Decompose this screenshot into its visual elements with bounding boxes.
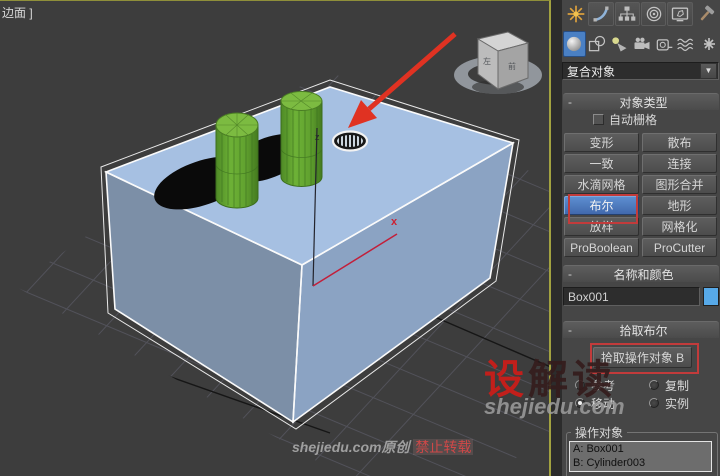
motion-tab-icon[interactable] [640,2,667,26]
object-name-field[interactable]: Box001 [563,287,700,306]
rollout-title: 名称和颜色 [613,267,674,282]
systems-icon[interactable] [698,31,720,57]
blobmesh-button[interactable]: 水滴网格 [564,175,639,194]
object-type-buttons: 变形 散布 一致 连接 水滴网格 图形合并 布尔 地形 放样 网格化 ProBo… [564,133,717,257]
proboolean-button[interactable]: ProBoolean [564,238,639,257]
viewport-panel-divider [551,0,562,476]
clone-method-row-1: 参考 复制 [562,377,719,393]
operands-list[interactable]: A: Box001 B: Cylinder003 [569,441,712,472]
scatter-button[interactable]: 散布 [642,133,717,152]
autogrid-row: 自动栅格 [562,111,719,127]
helpers-icon[interactable] [653,31,675,57]
move-label: 移动 [591,396,616,411]
collapse-icon: - [568,267,572,281]
display-tab-icon[interactable] [667,2,693,26]
subcategory-dropdown[interactable]: 复合对象 ▼ [562,62,719,80]
shapes-icon[interactable] [586,31,608,57]
loft-button[interactable]: 放样 [564,217,639,236]
operand-item-b[interactable]: B: Cylinder003 [570,456,711,470]
reference-radio[interactable] [575,380,585,390]
shapemerge-button[interactable]: 图形合并 [642,175,717,194]
boolean-hole [331,130,369,152]
viewport-shading-label[interactable]: 边面 ] [2,4,33,21]
create-tab-icon[interactable] [563,2,588,26]
move-radio[interactable] [575,398,585,408]
create-categories [563,31,720,58]
rollout-title: 对象类型 [619,95,668,110]
viewport-canvas[interactable]: z x 左 前 [0,1,549,476]
cameras-icon[interactable] [630,31,652,57]
rollout-title: 拾取布尔 [619,323,668,338]
x-axis-label: x [391,216,398,228]
lights-icon[interactable] [608,31,630,57]
utilities-tab-icon[interactable] [694,2,719,26]
instance-label: 实例 [665,396,690,411]
z-axis-label: z [315,132,320,142]
geometry-icon[interactable] [563,31,586,57]
connect-button[interactable]: 连接 [642,154,717,173]
instance-radio[interactable] [649,398,660,408]
autogrid-label: 自动栅格 [609,112,658,127]
cylinder-left[interactable] [215,112,259,209]
chevron-down-icon[interactable]: ▼ [700,63,717,79]
copy-label: 复制 [665,378,690,393]
pick-boolean-rollout-header[interactable]: - 拾取布尔 [563,321,719,338]
viewcube[interactable]: 左 前 [454,31,542,94]
object-color-swatch[interactable] [703,287,719,306]
command-panel-tabs [563,2,719,28]
name-color-rollout-header[interactable]: - 名称和颜色 [563,265,719,282]
conform-button[interactable]: 一致 [564,154,639,173]
collapse-icon: - [568,323,572,337]
pick-operand-b-button[interactable]: 拾取操作对象 B [593,347,692,368]
space-warps-icon[interactable] [675,31,697,57]
mesher-button[interactable]: 网格化 [642,217,717,236]
copy-radio[interactable] [649,380,660,390]
clone-method-row-2: 移动 实例 [562,395,719,411]
perspective-viewport[interactable]: z x 左 前 边面 ] [0,0,551,476]
command-panel: 复合对象 ▼ - 对象类型 自动栅格 变形 散布 一致 连接 水滴网格 图形合并… [562,0,720,476]
autogrid-checkbox[interactable] [593,113,604,125]
viewcube-front-label: 前 [508,61,516,71]
boolean-button[interactable]: 布尔 [564,196,639,215]
collapse-icon: - [568,95,572,109]
3dsmax-window: z x 左 前 边面 ] 复合对象 ▼ - 对象类型 自动栅格 变形 散布 一致… [0,0,720,476]
object-type-rollout-header[interactable]: - 对象类型 [563,93,719,110]
viewcube-left-label: 左 [483,56,491,66]
hierarchy-tab-icon[interactable] [614,2,640,26]
modify-tab-icon[interactable] [588,2,614,26]
reference-label: 参考 [591,378,616,393]
operand-item-a[interactable]: A: Box001 [570,442,711,456]
terrain-button[interactable]: 地形 [642,196,717,215]
procutter-button[interactable]: ProCutter [642,238,717,257]
operands-group-label: 操作对象 [571,424,628,441]
morph-button[interactable]: 变形 [564,133,639,152]
dropdown-value: 复合对象 [567,64,616,79]
